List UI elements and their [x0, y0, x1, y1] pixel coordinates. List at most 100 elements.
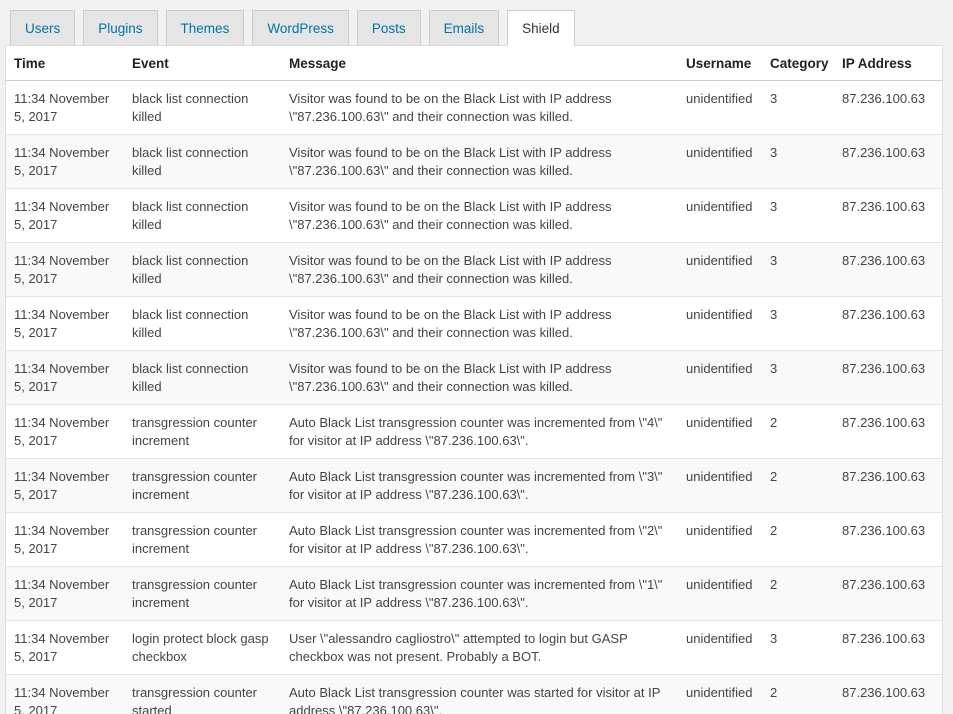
cell-username: unidentified — [678, 458, 762, 513]
cell-time: 11:34 November 5, 2017 — [6, 350, 124, 405]
cell-username: unidentified — [678, 242, 762, 297]
cell-ip-address: 87.236.100.63 — [834, 350, 942, 405]
cell-category: 3 — [762, 350, 834, 405]
cell-username: unidentified — [678, 512, 762, 567]
cell-category: 2 — [762, 404, 834, 459]
column-header-username[interactable]: Username — [678, 46, 762, 81]
tab-bar: Users Plugins Themes WordPress Posts Ema… — [10, 10, 575, 46]
cell-ip-address: 87.236.100.63 — [834, 188, 942, 243]
cell-message: Auto Black List transgression counter wa… — [281, 404, 678, 459]
column-header-message[interactable]: Message — [281, 46, 678, 81]
cell-ip-address: 87.236.100.63 — [834, 458, 942, 513]
cell-username: unidentified — [678, 350, 762, 405]
table-row: 11:34 November 5, 2017 transgression cou… — [6, 566, 942, 621]
cell-category: 3 — [762, 242, 834, 297]
tab-themes[interactable]: Themes — [165, 10, 245, 45]
cell-ip-address: 87.236.100.63 — [834, 674, 942, 714]
cell-message: Visitor was found to be on the Black Lis… — [281, 350, 678, 405]
cell-time: 11:34 November 5, 2017 — [6, 80, 124, 135]
cell-ip-address: 87.236.100.63 — [834, 620, 942, 675]
cell-message: User \"alessandro cagliostro\" attempted… — [281, 620, 678, 675]
cell-ip-address: 87.236.100.63 — [834, 80, 942, 135]
cell-message: Auto Black List transgression counter wa… — [281, 674, 678, 714]
table-row: 11:34 November 5, 2017 black list connec… — [6, 134, 942, 189]
cell-message: Auto Black List transgression counter wa… — [281, 566, 678, 621]
cell-time: 11:34 November 5, 2017 — [6, 242, 124, 297]
cell-ip-address: 87.236.100.63 — [834, 566, 942, 621]
cell-time: 11:34 November 5, 2017 — [6, 404, 124, 459]
table-row: 11:34 November 5, 2017 black list connec… — [6, 188, 942, 243]
cell-username: unidentified — [678, 674, 762, 714]
cell-ip-address: 87.236.100.63 — [834, 242, 942, 297]
cell-username: unidentified — [678, 404, 762, 459]
table-row: 11:34 November 5, 2017 black list connec… — [6, 350, 942, 405]
cell-message: Visitor was found to be on the Black Lis… — [281, 296, 678, 351]
tab-shield[interactable]: Shield — [507, 10, 575, 46]
table-header-row: Time Event Message Username Category IP … — [6, 46, 942, 81]
tab-plugins[interactable]: Plugins — [83, 10, 158, 45]
cell-username: unidentified — [678, 188, 762, 243]
audit-trail-panel: Time Event Message Username Category IP … — [5, 45, 943, 714]
cell-ip-address: 87.236.100.63 — [834, 512, 942, 567]
cell-username: unidentified — [678, 296, 762, 351]
cell-username: unidentified — [678, 620, 762, 675]
cell-event: black list connection killed — [124, 350, 281, 405]
cell-message: Visitor was found to be on the Black Lis… — [281, 134, 678, 189]
cell-message: Visitor was found to be on the Black Lis… — [281, 242, 678, 297]
table-row: 11:34 November 5, 2017 black list connec… — [6, 296, 942, 351]
cell-event: transgression counter increment — [124, 566, 281, 621]
cell-time: 11:34 November 5, 2017 — [6, 188, 124, 243]
table-row: 11:34 November 5, 2017 black list connec… — [6, 242, 942, 297]
cell-time: 11:34 November 5, 2017 — [6, 134, 124, 189]
cell-time: 11:34 November 5, 2017 — [6, 674, 124, 714]
cell-event: login protect block gasp checkbox — [124, 620, 281, 675]
cell-message: Auto Black List transgression counter wa… — [281, 458, 678, 513]
cell-username: unidentified — [678, 134, 762, 189]
cell-time: 11:34 November 5, 2017 — [6, 566, 124, 621]
tab-users[interactable]: Users — [10, 10, 76, 45]
column-header-event[interactable]: Event — [124, 46, 281, 81]
column-header-ip-address[interactable]: IP Address — [834, 46, 942, 81]
cell-message: Visitor was found to be on the Black Lis… — [281, 188, 678, 243]
cell-category: 2 — [762, 512, 834, 567]
cell-username: unidentified — [678, 566, 762, 621]
cell-event: black list connection killed — [124, 188, 281, 243]
cell-event: black list connection killed — [124, 134, 281, 189]
table-row: 11:34 November 5, 2017 transgression cou… — [6, 512, 942, 567]
cell-ip-address: 87.236.100.63 — [834, 404, 942, 459]
cell-event: black list connection killed — [124, 296, 281, 351]
cell-event: transgression counter increment — [124, 458, 281, 513]
tab-emails[interactable]: Emails — [428, 10, 500, 45]
cell-time: 11:34 November 5, 2017 — [6, 296, 124, 351]
cell-event: transgression counter increment — [124, 404, 281, 459]
cell-event: transgression counter started — [124, 674, 281, 714]
table-row: 11:34 November 5, 2017 transgression cou… — [6, 674, 942, 714]
tab-wordpress[interactable]: WordPress — [252, 10, 349, 45]
cell-event: black list connection killed — [124, 242, 281, 297]
cell-time: 11:34 November 5, 2017 — [6, 458, 124, 513]
cell-category: 2 — [762, 458, 834, 513]
table-row: 11:34 November 5, 2017 black list connec… — [6, 80, 942, 135]
cell-ip-address: 87.236.100.63 — [834, 296, 942, 351]
cell-category: 3 — [762, 80, 834, 135]
cell-category: 2 — [762, 674, 834, 714]
table-row: 11:34 November 5, 2017 login protect blo… — [6, 620, 942, 675]
column-header-time[interactable]: Time — [6, 46, 124, 81]
cell-message: Visitor was found to be on the Black Lis… — [281, 80, 678, 135]
cell-category: 3 — [762, 620, 834, 675]
cell-category: 2 — [762, 566, 834, 621]
cell-ip-address: 87.236.100.63 — [834, 134, 942, 189]
column-header-category[interactable]: Category — [762, 46, 834, 81]
table-row: 11:34 November 5, 2017 transgression cou… — [6, 458, 942, 513]
cell-time: 11:34 November 5, 2017 — [6, 620, 124, 675]
cell-message: Auto Black List transgression counter wa… — [281, 512, 678, 567]
table-row: 11:34 November 5, 2017 transgression cou… — [6, 404, 942, 459]
cell-category: 3 — [762, 296, 834, 351]
cell-username: unidentified — [678, 80, 762, 135]
cell-category: 3 — [762, 188, 834, 243]
audit-trail-table: Time Event Message Username Category IP … — [6, 46, 942, 714]
tab-posts[interactable]: Posts — [356, 10, 421, 45]
cell-event: black list connection killed — [124, 80, 281, 135]
cell-category: 3 — [762, 134, 834, 189]
cell-time: 11:34 November 5, 2017 — [6, 512, 124, 567]
